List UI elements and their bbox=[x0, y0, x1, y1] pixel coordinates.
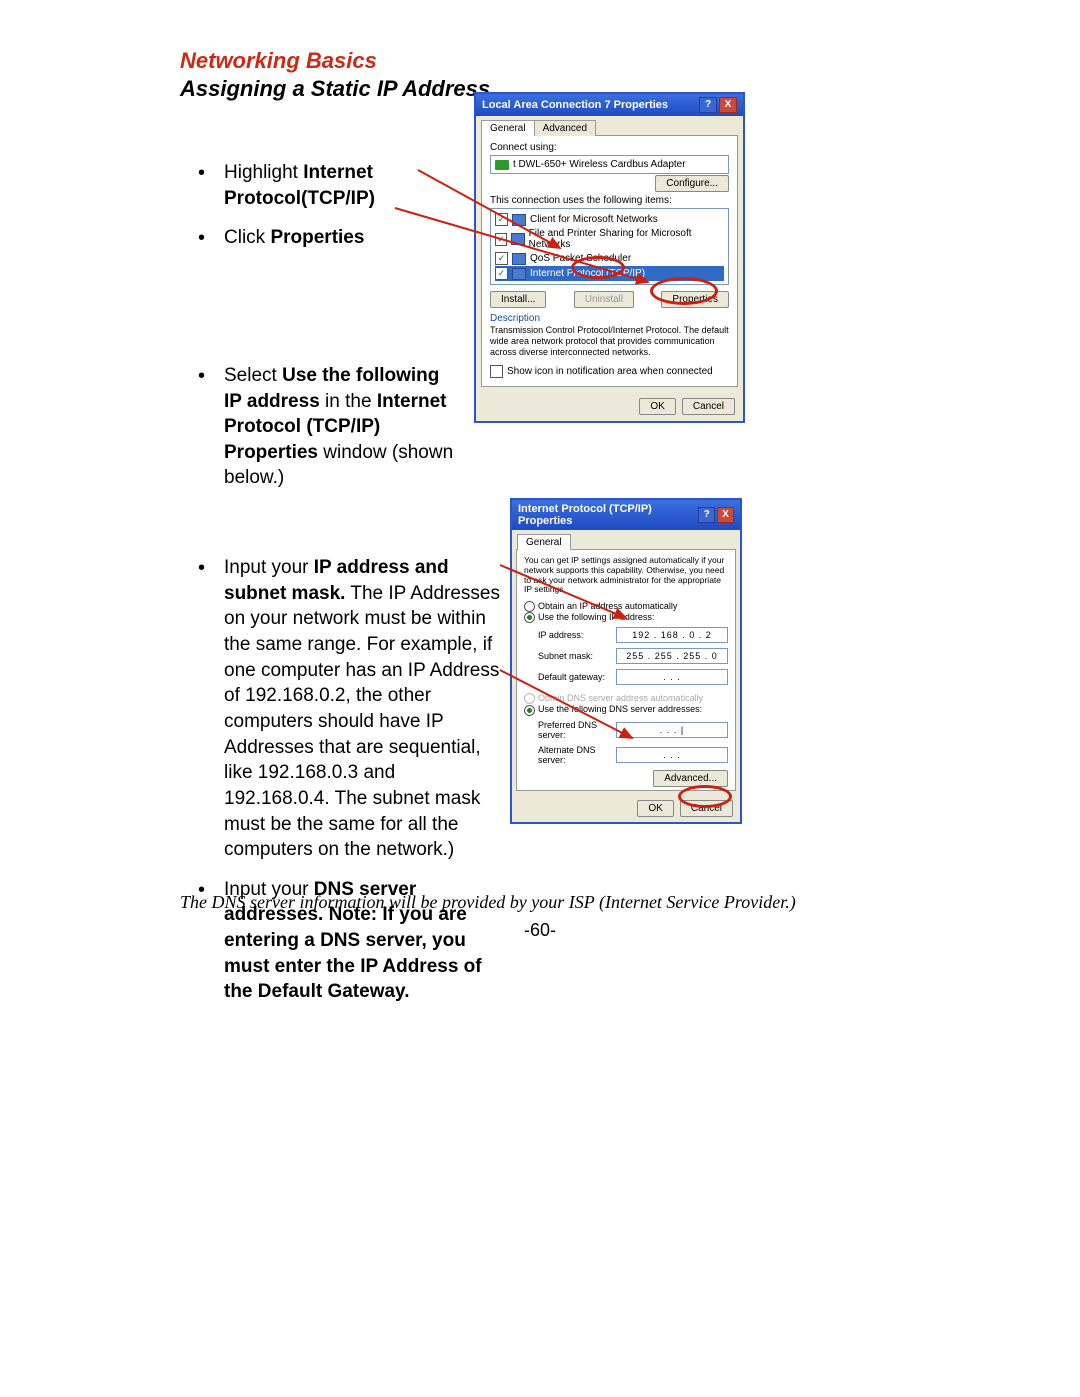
default-gateway-label: Default gateway: bbox=[538, 672, 616, 682]
dialog-title: Internet Protocol (TCP/IP) Properties bbox=[518, 503, 696, 527]
checkbox-icon[interactable]: ✓ bbox=[495, 252, 508, 265]
dialog-title: Local Area Connection 7 Properties bbox=[482, 99, 668, 111]
radio-label: Obtain an IP address automatically bbox=[538, 601, 677, 611]
dialog-titlebar: Internet Protocol (TCP/IP) Properties ? … bbox=[512, 500, 740, 530]
list-item-label: Internet Protocol (TCP/IP) bbox=[530, 268, 645, 279]
cancel-button[interactable]: Cancel bbox=[682, 398, 735, 415]
checkbox-icon[interactable]: ✓ bbox=[495, 213, 508, 226]
connection-uses-label: This connection uses the following items… bbox=[490, 195, 729, 206]
radio-obtain-ip[interactable]: Obtain an IP address automatically bbox=[524, 601, 728, 612]
intro-text: You can get IP settings assigned automat… bbox=[524, 556, 728, 595]
checkbox-icon[interactable]: ✓ bbox=[495, 233, 507, 246]
local-area-connection-properties-dialog: Local Area Connection 7 Properties ? X G… bbox=[474, 92, 745, 423]
show-icon-checkbox[interactable]: ✓ Show icon in notification area when co… bbox=[490, 365, 729, 378]
help-icon[interactable]: ? bbox=[698, 507, 715, 523]
tab-general[interactable]: General bbox=[517, 534, 571, 550]
description-label: Description bbox=[490, 313, 729, 324]
text: Click bbox=[224, 227, 270, 248]
list-item[interactable]: ✓ QoS Packet Scheduler bbox=[495, 251, 724, 266]
checkbox-icon[interactable]: ✓ bbox=[495, 267, 508, 280]
alternate-dns-input[interactable]: . . . bbox=[616, 747, 728, 763]
list-item-label: Client for Microsoft Networks bbox=[530, 214, 658, 225]
checkbox-icon[interactable]: ✓ bbox=[490, 365, 503, 378]
alternate-dns-label: Alternate DNS server: bbox=[538, 745, 616, 765]
subnet-mask-input[interactable]: 255 . 255 . 255 . 0 bbox=[616, 648, 728, 664]
footnote: The DNS server information will be provi… bbox=[180, 892, 860, 913]
radio-use-dns[interactable]: Use the following DNS server addresses: bbox=[524, 704, 728, 715]
component-icon bbox=[512, 268, 526, 280]
text: Input your bbox=[224, 557, 314, 578]
properties-button[interactable]: Properties bbox=[661, 291, 729, 308]
subnet-mask-label: Subnet mask: bbox=[538, 651, 616, 661]
ip-address-label: IP address: bbox=[538, 630, 616, 640]
tcpip-properties-dialog: Internet Protocol (TCP/IP) Properties ? … bbox=[510, 498, 742, 824]
tab-general[interactable]: General bbox=[481, 120, 535, 136]
connection-items-list[interactable]: ✓ Client for Microsoft Networks ✓ File and… bbox=[490, 208, 729, 285]
instruction-item: Highlight Internet Protocol(TCP/IP) bbox=[180, 160, 460, 211]
text: Select bbox=[224, 365, 282, 386]
network-card-icon bbox=[495, 160, 509, 170]
close-icon[interactable]: X bbox=[717, 507, 734, 523]
ok-button[interactable]: OK bbox=[639, 398, 675, 415]
text: Highlight bbox=[224, 162, 303, 183]
component-icon bbox=[512, 253, 526, 265]
cancel-button[interactable]: Cancel bbox=[680, 800, 733, 817]
advanced-button[interactable]: Advanced... bbox=[653, 770, 728, 787]
preferred-dns-input[interactable]: . . . | bbox=[616, 722, 728, 738]
install-button[interactable]: Install... bbox=[490, 291, 546, 308]
radio-label: Use the following IP address: bbox=[538, 612, 654, 622]
radio-obtain-dns: Obtain DNS server address automatically bbox=[524, 693, 728, 704]
component-icon bbox=[511, 233, 524, 245]
page-number: -60- bbox=[0, 920, 1080, 941]
close-icon[interactable]: X bbox=[719, 97, 737, 113]
section-heading: Networking Basics bbox=[180, 48, 940, 74]
uninstall-button: Uninstall bbox=[574, 291, 634, 308]
preferred-dns-label: Preferred DNS server: bbox=[538, 720, 616, 740]
list-item-label: QoS Packet Scheduler bbox=[530, 253, 631, 264]
configure-button[interactable]: Configure... bbox=[655, 175, 729, 192]
instruction-item: Select Use the following IP address in t… bbox=[180, 363, 460, 491]
connect-using-label: Connect using: bbox=[490, 142, 729, 153]
radio-label: Obtain DNS server address automatically bbox=[538, 693, 703, 703]
ip-address-input[interactable]: 192 . 168 . 0 . 2 bbox=[616, 627, 728, 643]
tab-advanced[interactable]: Advanced bbox=[534, 120, 596, 136]
help-icon[interactable]: ? bbox=[699, 97, 717, 113]
ok-button[interactable]: OK bbox=[637, 800, 673, 817]
adapter-box: t DWL-650+ Wireless Cardbus Adapter bbox=[490, 155, 729, 174]
instruction-item: Input your IP address and subnet mask. T… bbox=[180, 555, 506, 863]
show-icon-label: Show icon in notification area when conn… bbox=[507, 366, 713, 377]
list-item-label: File and Printer Sharing for Microsoft N… bbox=[529, 228, 724, 250]
adapter-name: t DWL-650+ Wireless Cardbus Adapter bbox=[513, 159, 686, 170]
text-bold: Properties bbox=[270, 227, 364, 248]
default-gateway-input[interactable]: . . . bbox=[616, 669, 728, 685]
text: in the bbox=[320, 391, 377, 412]
list-item[interactable]: ✓ File and Printer Sharing for Microsoft … bbox=[495, 227, 724, 251]
radio-use-ip[interactable]: Use the following IP address: bbox=[524, 612, 728, 623]
list-item-selected[interactable]: ✓ Internet Protocol (TCP/IP) bbox=[495, 266, 724, 281]
list-item[interactable]: ✓ Client for Microsoft Networks bbox=[495, 212, 724, 227]
instruction-item: Click Properties bbox=[180, 225, 460, 251]
component-icon bbox=[512, 214, 526, 226]
radio-label: Use the following DNS server addresses: bbox=[538, 704, 702, 714]
description-text: Transmission Control Protocol/Internet P… bbox=[490, 325, 729, 357]
dialog-titlebar: Local Area Connection 7 Properties ? X bbox=[476, 94, 743, 116]
text: The IP Addresses on your network must be… bbox=[224, 583, 500, 860]
